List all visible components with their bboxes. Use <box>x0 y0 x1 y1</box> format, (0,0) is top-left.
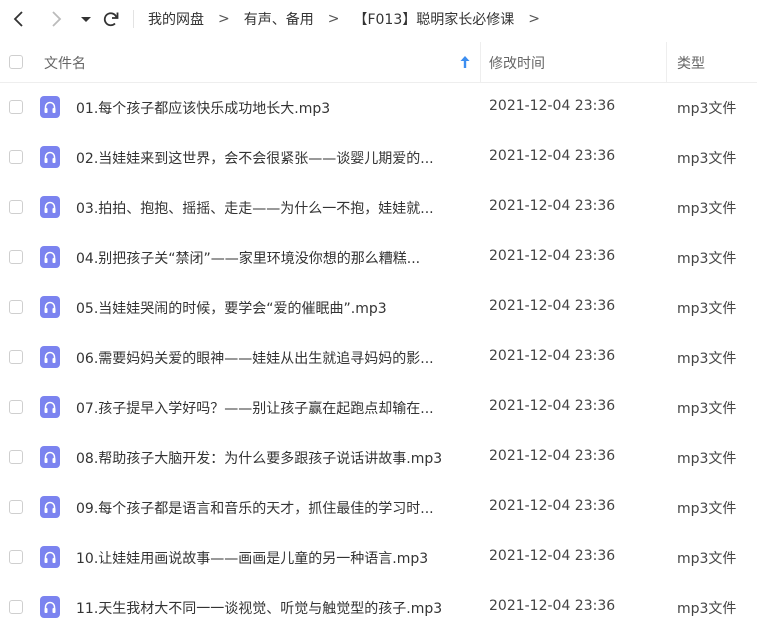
file-list-header: 文件名 修改时间 类型 <box>0 42 757 83</box>
dropdown-icon[interactable] <box>78 10 94 28</box>
row-checkbox[interactable] <box>9 150 23 164</box>
file-type: mp3文件 <box>677 501 737 517</box>
file-row[interactable]: 01.每个孩子都应该快乐成功地长大.mp3 2021-12-04 23:36 mp3… <box>0 82 757 132</box>
file-modified-time: 2021-12-04 23:36 <box>489 348 616 364</box>
file-modified-time: 2021-12-04 23:36 <box>489 498 616 514</box>
breadcrumb-item[interactable]: 我的网盘 <box>148 9 204 29</box>
row-checkbox[interactable] <box>9 200 23 214</box>
file-type: mp3文件 <box>677 101 737 117</box>
sort-up-icon[interactable] <box>458 54 472 70</box>
file-modified-time: 2021-12-04 23:36 <box>489 448 616 464</box>
file-modified-time: 2021-12-04 23:36 <box>489 248 616 264</box>
row-checkbox[interactable] <box>9 600 23 614</box>
file-type: mp3文件 <box>677 301 737 317</box>
file-type: mp3文件 <box>677 551 737 567</box>
headphones-icon <box>40 546 60 568</box>
refresh-icon[interactable] <box>101 9 121 29</box>
file-modified-time: 2021-12-04 23:36 <box>489 598 616 614</box>
file-name[interactable]: 11.天生我材大不同一一谈视觉、听觉与触觉型的孩子.mp3 <box>76 598 442 618</box>
file-name[interactable]: 06.需要妈妈关爱的眼神——娃娃从出生就追寻妈妈的影... <box>76 348 434 368</box>
row-checkbox[interactable] <box>9 300 23 314</box>
headphones-icon <box>40 196 60 218</box>
breadcrumb-separator: > <box>218 11 230 27</box>
back-icon[interactable] <box>9 9 29 29</box>
file-type: mp3文件 <box>677 151 737 167</box>
headphones-icon <box>40 496 60 518</box>
file-row[interactable]: 03.拍拍、抱抱、摇摇、走走——为什么一不抱，娃娃就... 2021-12-04 … <box>0 182 757 232</box>
file-modified-time: 2021-12-04 23:36 <box>489 548 616 564</box>
file-row[interactable]: 09.每个孩子都是语言和音乐的天才，抓住最佳的学习时... 2021-12-04 … <box>0 482 757 532</box>
headphones-icon <box>40 396 60 418</box>
row-checkbox[interactable] <box>9 550 23 564</box>
file-name[interactable]: 08.帮助孩子大脑开发：为什么要多跟孩子说话讲故事.mp3 <box>76 448 442 468</box>
breadcrumb: 我的网盘 > 有声、备用 > 【F013】聪明家长必修课 > <box>148 0 554 38</box>
file-row[interactable]: 02.当娃娃来到这世界，会不会很紧张——谈婴儿期爱的... 2021-12-04 … <box>0 132 757 182</box>
file-modified-time: 2021-12-04 23:36 <box>489 198 616 214</box>
headphones-icon <box>40 446 60 468</box>
file-type: mp3文件 <box>677 251 737 267</box>
file-type: mp3文件 <box>677 401 737 417</box>
breadcrumb-item[interactable]: 有声、备用 <box>244 9 314 29</box>
file-name[interactable]: 04.别把孩子关“禁闭”——家里环境没你想的那么糟糕... <box>76 248 420 268</box>
file-name[interactable]: 01.每个孩子都应该快乐成功地长大.mp3 <box>76 98 330 118</box>
breadcrumb-item[interactable]: 【F013】聪明家长必修课 <box>353 9 514 29</box>
file-row[interactable]: 04.别把孩子关“禁闭”——家里环境没你想的那么糟糕... 2021-12-04 … <box>0 232 757 282</box>
file-name[interactable]: 07.孩子提早入学好吗？——别让孩子赢在起跑点却输在... <box>76 398 434 418</box>
headphones-icon <box>40 346 60 368</box>
row-checkbox[interactable] <box>9 350 23 364</box>
row-checkbox[interactable] <box>9 250 23 264</box>
breadcrumb-separator: > <box>327 11 340 27</box>
file-modified-time: 2021-12-04 23:36 <box>489 148 616 164</box>
file-name[interactable]: 05.当娃娃哭闹的时候，要学会“爱的催眠曲”.mp3 <box>76 298 387 318</box>
file-row[interactable]: 06.需要妈妈关爱的眼神——娃娃从出生就追寻妈妈的影... 2021-12-04 … <box>0 332 757 382</box>
column-header-modified[interactable]: 修改时间 <box>489 53 545 73</box>
toolbar: 我的网盘 > 有声、备用 > 【F013】聪明家长必修课 > <box>0 0 757 38</box>
file-type: mp3文件 <box>677 451 737 467</box>
file-modified-time: 2021-12-04 23:36 <box>489 98 616 114</box>
headphones-icon <box>40 96 60 118</box>
row-checkbox[interactable] <box>9 500 23 514</box>
toolbar-divider <box>133 10 134 28</box>
file-row[interactable]: 11.天生我材大不同一一谈视觉、听觉与触觉型的孩子.mp3 2021-12-04 … <box>0 582 757 632</box>
file-name[interactable]: 09.每个孩子都是语言和音乐的天才，抓住最佳的学习时... <box>76 498 434 518</box>
file-list: 01.每个孩子都应该快乐成功地长大.mp3 2021-12-04 23:36 mp3… <box>0 82 757 632</box>
row-checkbox[interactable] <box>9 100 23 114</box>
headphones-icon <box>40 596 60 618</box>
row-checkbox[interactable] <box>9 400 23 414</box>
select-all-checkbox[interactable] <box>9 55 23 69</box>
file-type: mp3文件 <box>677 351 737 367</box>
file-row[interactable]: 08.帮助孩子大脑开发：为什么要多跟孩子说话讲故事.mp3 2021-12-04 … <box>0 432 757 482</box>
forward-icon[interactable] <box>46 9 66 29</box>
file-type: mp3文件 <box>677 201 737 217</box>
headphones-icon <box>40 246 60 268</box>
file-row[interactable]: 05.当娃娃哭闹的时候，要学会“爱的催眠曲”.mp3 2021-12-04 23:… <box>0 282 757 332</box>
column-divider[interactable] <box>666 42 667 82</box>
column-header-name[interactable]: 文件名 <box>44 53 86 73</box>
headphones-icon <box>40 296 60 318</box>
file-row[interactable]: 07.孩子提早入学好吗？——别让孩子赢在起跑点却输在... 2021-12-04 … <box>0 382 757 432</box>
file-type: mp3文件 <box>677 601 737 617</box>
file-modified-time: 2021-12-04 23:36 <box>489 398 616 414</box>
file-row[interactable]: 10.让娃娃用画说故事——画画是儿童的另一种语言.mp3 2021-12-04 2… <box>0 532 757 582</box>
row-checkbox[interactable] <box>9 450 23 464</box>
headphones-icon <box>40 146 60 168</box>
breadcrumb-separator: > <box>528 11 540 27</box>
file-name[interactable]: 03.拍拍、抱抱、摇摇、走走——为什么一不抱，娃娃就... <box>76 198 434 218</box>
file-name[interactable]: 02.当娃娃来到这世界，会不会很紧张——谈婴儿期爱的... <box>76 148 434 168</box>
file-name[interactable]: 10.让娃娃用画说故事——画画是儿童的另一种语言.mp3 <box>76 548 428 568</box>
column-divider[interactable] <box>480 42 481 82</box>
file-modified-time: 2021-12-04 23:36 <box>489 298 616 314</box>
column-header-type[interactable]: 类型 <box>677 53 705 73</box>
